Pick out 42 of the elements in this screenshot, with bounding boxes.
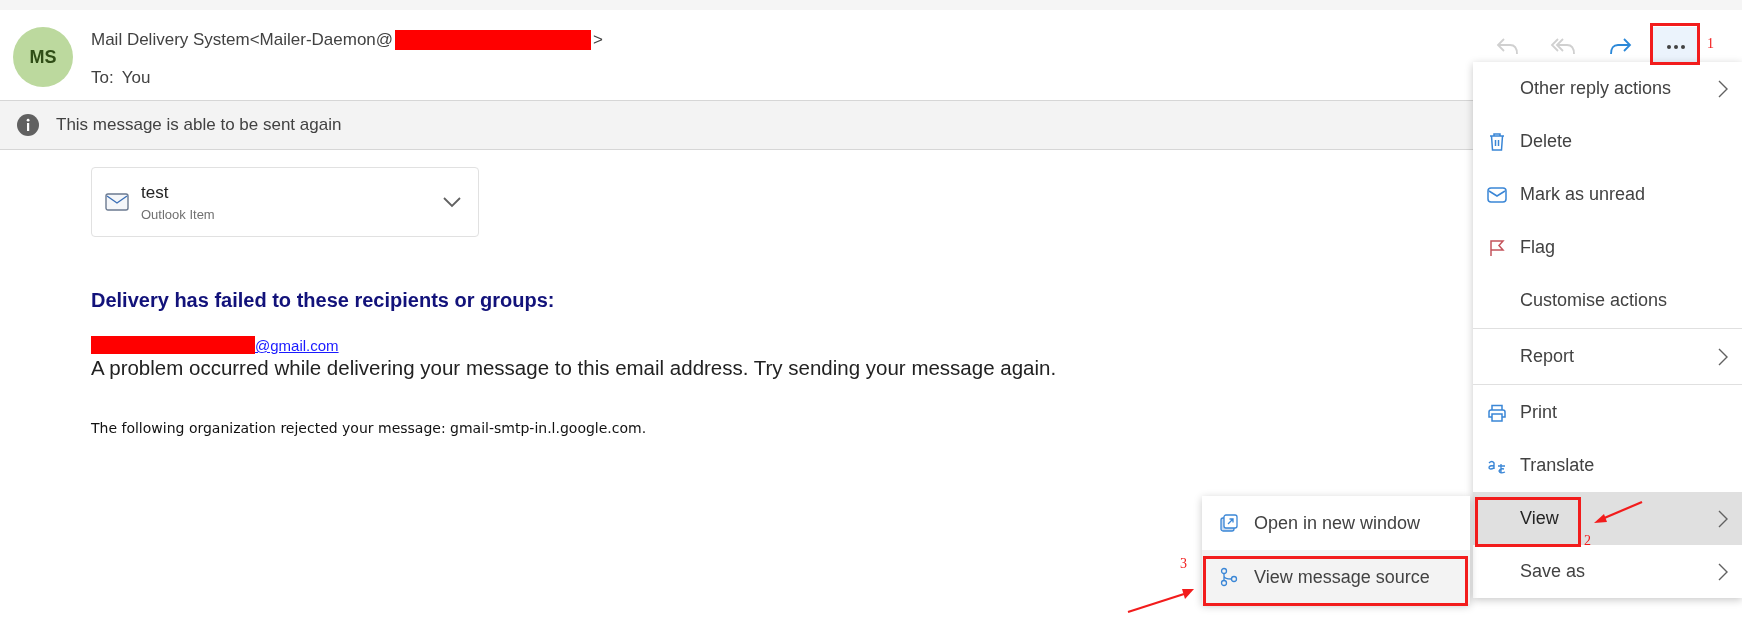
chevron-right-icon [1718, 79, 1728, 98]
sender-name: Mail Delivery System<Mailer-Daemon@ [91, 30, 394, 50]
menu-item[interactable]: Flag [1473, 221, 1742, 274]
attachment-name: test [141, 182, 170, 203]
envelope-icon [105, 192, 129, 212]
problem-text: A problem occurred while delivering your message to this email address. Try sending your message again. [91, 356, 1057, 380]
attachment-type: Outlook Item [141, 206, 215, 222]
annotation-arrow [1127, 589, 1194, 614]
annotation-arrow [1594, 501, 1643, 523]
chevron-right-icon [1718, 347, 1728, 366]
rejection-text: The following organization rejected your message: gmail-smtp-in.l.google.com. [91, 420, 647, 436]
avatar: MS [13, 27, 73, 87]
to-label: To: [91, 68, 114, 87]
recipient-name: You [121, 68, 151, 87]
menu-item[interactable]: View message source [1202, 550, 1470, 604]
info-text: This message is able to be sent again [56, 115, 342, 135]
printer-icon [1486, 403, 1507, 422]
annotation-number: 3 [1180, 556, 1187, 572]
open-window-icon [1220, 514, 1238, 532]
menu-item[interactable]: Print [1473, 386, 1742, 439]
attachment-card[interactable]: test Outlook Item [91, 167, 479, 237]
email-link[interactable]: @gmail.com [255, 337, 339, 354]
menu-item[interactable]: Open in new window [1202, 496, 1470, 550]
chevron-right-icon [1718, 509, 1728, 528]
failure-heading: Delivery has failed to these recipients or groups: [91, 289, 555, 312]
chevron-right-icon [1718, 562, 1728, 581]
trash-icon [1487, 131, 1506, 152]
menu-item[interactable]: Delete [1473, 115, 1742, 168]
menu-item[interactable]: Customise actions [1473, 274, 1742, 327]
menu-item[interactable]: Mark as unread [1473, 168, 1742, 221]
annotation-box [1650, 23, 1700, 65]
sender-bracket: > [593, 30, 604, 50]
annotation-number: 1 [1707, 36, 1714, 52]
menu-item[interactable]: Other reply actions [1473, 62, 1742, 115]
menu-item[interactable]: Translate [1473, 439, 1742, 492]
envelope-icon [1486, 186, 1507, 203]
branch-icon [1220, 567, 1238, 587]
more-icon [1666, 44, 1686, 50]
menu-item[interactable]: Report [1473, 330, 1742, 383]
flag-icon [1488, 238, 1505, 257]
chevron-down-icon [442, 196, 462, 208]
info-icon [17, 114, 39, 136]
